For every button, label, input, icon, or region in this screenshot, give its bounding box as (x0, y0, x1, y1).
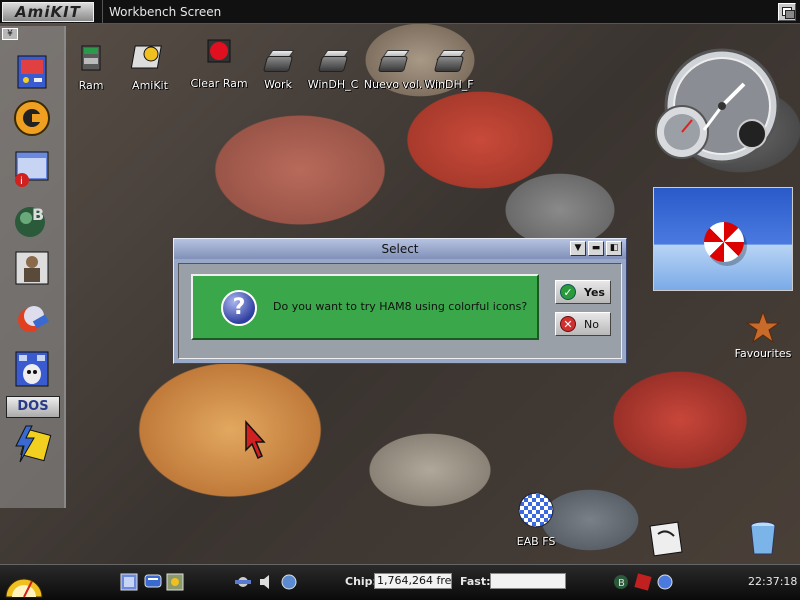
boing-ball-widget[interactable] (653, 187, 793, 291)
hard-drive-icon (316, 48, 350, 76)
clear-ram-chip-icon (207, 39, 231, 63)
desktop-icon-label: AmiKit (132, 79, 168, 92)
dialog-title-bar[interactable]: Select ▼ ▬ ◧ (174, 239, 626, 259)
screen-title: Workbench Screen (102, 0, 221, 24)
dock-toggle-button[interactable]: ¥ (2, 28, 18, 40)
red-app-icon[interactable] (634, 573, 652, 591)
select-dialog: Select ▼ ▬ ◧ ? Do you want to try HAM8 u… (173, 238, 627, 364)
desktop-icon-windh-c[interactable]: WinDH_C (306, 48, 360, 91)
desktop-icon-label: Clear Ram (190, 77, 248, 90)
desktop-icon-favourites[interactable]: Favourites (728, 310, 798, 360)
iconify-icon[interactable]: ▬ (588, 241, 604, 256)
taskbar: Chip: 1,764,264 free Fast: B 22:37:18 (0, 564, 800, 600)
desktop-icon-windh-f[interactable]: WinDH_F (424, 48, 474, 91)
chip-memory-value: 1,764,264 free (374, 573, 452, 589)
question-icon: ? (221, 290, 257, 326)
hard-drive-icon (261, 48, 295, 76)
start-menu-gauge-icon[interactable] (2, 567, 46, 599)
left-dock: ¥ i B DOS (0, 26, 66, 508)
mouse-pointer-icon (245, 420, 266, 460)
chevron-down-icon[interactable]: ▼ (570, 241, 586, 256)
chip-memory-label: Chip: (345, 575, 377, 588)
amikit-drive-icon (130, 45, 162, 69)
desktop-icon-eab-fs[interactable]: EAB FS (514, 490, 558, 548)
clock-widget[interactable] (652, 44, 782, 174)
checkered-ball-icon (518, 492, 554, 528)
satellite-small-icon[interactable] (234, 573, 252, 591)
notepad-icon[interactable] (648, 520, 684, 558)
svg-text:B: B (32, 205, 44, 224)
figure-icon[interactable] (12, 248, 52, 288)
fast-memory-label: Fast: (460, 575, 491, 588)
satellite-icon[interactable] (12, 298, 52, 338)
message-panel: ? Do you want to try HAM8 using colorful… (191, 274, 539, 340)
desktop-icon-ram[interactable]: Ram (70, 40, 112, 92)
globe-icon[interactable] (656, 573, 674, 591)
desktop-icon-label: WinDH_C (307, 78, 359, 91)
chat-icon[interactable] (144, 573, 162, 591)
tools-icon[interactable] (166, 573, 184, 591)
screen-depth-gadget-icon[interactable] (778, 3, 796, 21)
desktop-icon-work[interactable]: Work (258, 48, 298, 91)
no-button-label: No (584, 317, 599, 331)
desktop-icon-label: EAB FS (516, 535, 556, 548)
network-icon[interactable] (280, 573, 298, 591)
hard-drive-icon (376, 48, 410, 76)
ram-chip-icon (81, 45, 101, 71)
screen-title-bar: AmiKIT Workbench Screen (0, 0, 800, 24)
screens-icon[interactable] (120, 573, 138, 591)
b-sphere-icon[interactable]: B (12, 200, 52, 240)
desktop-icon-label: Work (264, 78, 292, 91)
depth-icon[interactable]: ◧ (606, 241, 622, 256)
cross-icon: ✕ (560, 316, 576, 332)
dialog-title: Select (381, 242, 419, 256)
desktop-icon-label: Ram (78, 79, 104, 92)
amikit-logo[interactable]: AmiKIT (2, 1, 94, 22)
boing-ball-icon (704, 222, 744, 262)
clock-time: 22:37:18 (748, 575, 798, 588)
dos-icon[interactable]: DOS (6, 396, 60, 418)
star-icon (745, 310, 781, 344)
no-button[interactable]: ✕ No (555, 312, 611, 336)
hard-drive-icon (432, 48, 466, 76)
info-window-icon[interactable]: i (12, 148, 52, 188)
trashcan-icon[interactable] (746, 518, 780, 558)
games-icon[interactable] (12, 52, 52, 92)
yes-button-label: Yes (584, 285, 605, 299)
svg-text:B: B (618, 578, 625, 589)
skull-window-icon[interactable] (12, 348, 52, 388)
desktop-icon-amikit[interactable]: AmiKit (128, 36, 172, 92)
gold-c-icon[interactable] (12, 98, 52, 138)
desktop-icon-label: Favourites (734, 347, 792, 360)
lightning-icon[interactable] (12, 424, 52, 464)
yes-button[interactable]: ✓ Yes (555, 280, 611, 304)
dialog-body: ? Do you want to try HAM8 using colorful… (178, 263, 622, 359)
desktop-icon-nuevo-vol[interactable]: Nuevo vol. (362, 48, 424, 91)
desktop-icon-label: Nuevo vol. (363, 78, 423, 91)
b-sphere-small-icon[interactable]: B (612, 573, 630, 591)
dialog-message: Do you want to try HAM8 using colorful i… (273, 300, 528, 313)
desktop-icon-clear-ram[interactable]: Clear Ram (190, 34, 248, 90)
check-icon: ✓ (560, 284, 576, 300)
speaker-icon[interactable] (258, 573, 276, 591)
fast-memory-value (490, 573, 566, 589)
desktop-icon-label: WinDH_F (424, 78, 474, 91)
svg-text:i: i (20, 176, 23, 187)
